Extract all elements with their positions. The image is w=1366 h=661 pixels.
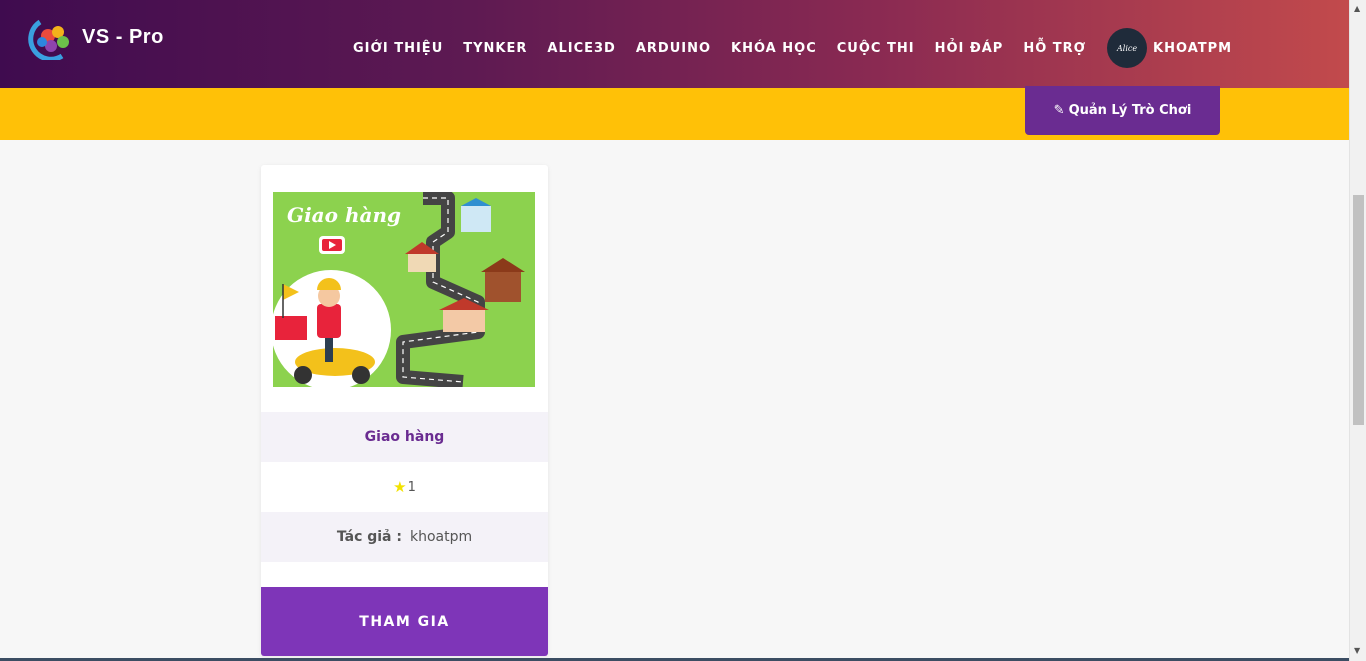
nav-item-khoa-hoc[interactable]: KHÓA HỌC — [731, 41, 817, 56]
star-icon: ★ — [393, 478, 407, 496]
logo-icon — [28, 19, 69, 60]
vertical-scrollbar[interactable]: ▲ ▼ — [1349, 0, 1366, 661]
rating-count: 1 — [407, 479, 416, 495]
game-card: Giao hàng Giao hàng ★ 1 Tác giả: khoatp… — [261, 165, 548, 656]
logo-text: VS - Pro — [82, 26, 164, 48]
game-title-row[interactable]: Giao hàng — [261, 412, 548, 462]
rating-row: ★ 1 — [261, 462, 548, 512]
avatar-text: Alice — [1116, 43, 1138, 53]
author-row: Tác giả : khoatpm — [261, 512, 548, 562]
nav-item-cuoc-thi[interactable]: CUỘC THI — [837, 41, 915, 56]
nav-item-tynker[interactable]: TYNKER — [463, 41, 527, 56]
user-menu[interactable]: Alice KHOATPM — [1107, 28, 1252, 68]
game-title[interactable]: Giao hàng — [365, 429, 445, 445]
scrollbar-thumb[interactable] — [1353, 195, 1364, 425]
game-thumbnail[interactable]: Giao hàng — [273, 192, 535, 387]
nav-item-hoi-dap[interactable]: HỎI ĐÁP — [935, 41, 1004, 56]
image-title: Giao hàng — [287, 203, 401, 227]
site-logo[interactable]: VS - Pro — [18, 14, 178, 62]
scroll-up-icon[interactable]: ▲ — [1354, 4, 1360, 13]
author-label: Tác giả : — [336, 529, 402, 545]
join-label: THAM GIA — [359, 613, 450, 630]
scroll-down-icon[interactable]: ▼ — [1354, 646, 1360, 655]
manage-games-button[interactable]: ✎ Quản Lý Trò Chơi — [1025, 86, 1220, 135]
main-nav: GIỚI THIỆU TYNKER ALICE3D ARDUINO KHÓA H… — [353, 28, 1252, 68]
top-header: VS - Pro GIỚI THIỆU TYNKER ALICE3D ARDUI… — [0, 0, 1349, 88]
nav-item-gioi-thieu[interactable]: GIỚI THIỆU — [353, 41, 443, 56]
manage-games-label: Quản Lý Trò Chơi — [1068, 103, 1192, 118]
join-button[interactable]: THAM GIA — [261, 587, 548, 656]
user-name[interactable]: KHOATPM — [1153, 41, 1232, 56]
author-name: khoatpm — [409, 529, 473, 545]
edit-icon: ✎ — [1053, 103, 1065, 118]
delivery-illustration: Giao hàng — [273, 192, 535, 387]
nav-item-ho-tro[interactable]: HỖ TRỢ — [1023, 41, 1086, 56]
nav-item-arduino[interactable]: ARDUINO — [636, 41, 711, 56]
avatar[interactable]: Alice — [1107, 28, 1148, 68]
nav-item-alice3d[interactable]: ALICE3D — [547, 41, 615, 56]
